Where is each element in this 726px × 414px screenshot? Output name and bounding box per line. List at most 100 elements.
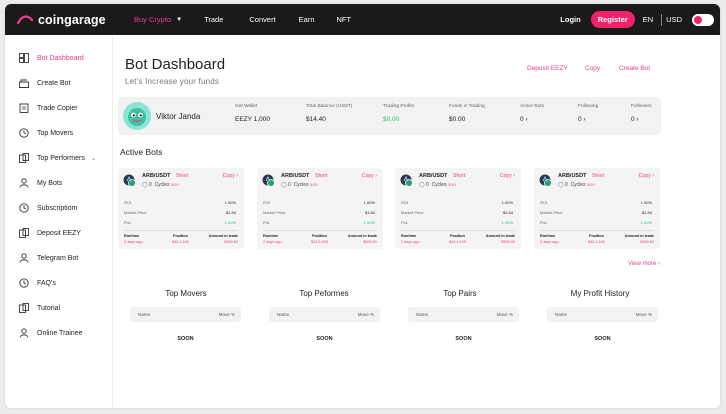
column-name: Name [138, 312, 151, 317]
bot-cycles-label: Cycles [431, 182, 447, 188]
panel-status: SOON [594, 336, 611, 342]
row-value: $1.84 [641, 210, 652, 215]
currency-selector[interactable]: USD [666, 15, 682, 24]
row-label: PnL [401, 220, 409, 225]
bot-copy-button[interactable]: Copy › [639, 173, 654, 179]
foot-label: Position [172, 234, 188, 238]
bot-cycles-label: Cycles [570, 182, 586, 188]
panel-status: SOON [316, 336, 333, 342]
sidebar-item-label: Top Performers [37, 154, 85, 162]
column-move: Move % [357, 312, 374, 317]
divider [661, 13, 663, 26]
divider [124, 230, 238, 231]
stat-label: Following [578, 104, 599, 109]
sidebar-item-subscription[interactable]: Subscriptiom [19, 202, 77, 214]
bot-amount: Amount in trade $999.89 [348, 234, 377, 244]
bot-position: Position $43.1.495 [172, 234, 189, 244]
foot-value: $43.1.495 [172, 240, 189, 244]
bot-amount: Amount in trade $999.89 [486, 234, 515, 244]
avatar[interactable] [123, 102, 151, 130]
stat-label: Get Wallet [235, 104, 258, 109]
bot-roi-row: ROI 1.00% [124, 200, 236, 205]
user-icon: ◯ [281, 182, 287, 188]
create-bot-link[interactable]: Create Bot [619, 65, 650, 72]
sidebar-item-deposit-eezy[interactable]: Deposit EEZY [19, 227, 81, 239]
bot-copy-button[interactable]: Copy › [223, 173, 238, 179]
stat-following[interactable]: Following 0 › [578, 104, 598, 123]
row-label: Market Price [124, 210, 147, 215]
chevron-down-icon[interactable]: ⌄ [91, 155, 96, 162]
sidebar-item-label: My Bots [37, 179, 63, 187]
sidebar-item-top-performers[interactable]: Top Performers [19, 152, 85, 164]
column-name: Name [416, 312, 429, 317]
copy-link[interactable]: Copy [585, 65, 600, 72]
sidebar-item-tutorial[interactable]: Tutorial [19, 302, 60, 314]
deposit-eezy-link[interactable]: Deposit EEZY [527, 65, 568, 72]
foot-label: Runtime [263, 234, 279, 238]
sidebar-item-telegram-bot[interactable]: Telegram Bot [19, 252, 78, 264]
row-value: $1.84 [364, 210, 375, 215]
bot-cycles-value: 3/10 [586, 182, 595, 187]
row-value: 1.00% [501, 220, 513, 225]
nav-nft[interactable]: NFT [337, 15, 352, 24]
row-label: PnL [124, 220, 132, 225]
bot-pair: ARB/USDT [558, 173, 587, 179]
bot-copy-button[interactable]: Copy › [362, 173, 377, 179]
stat-value: $0.00 [383, 116, 400, 123]
bot-cycles-value: 3/10 [170, 182, 179, 187]
brand-logo[interactable]: coingarage [17, 13, 125, 27]
stat-label: Trading Profits [383, 104, 415, 109]
coin-pair-icon [123, 174, 136, 187]
sidebar-item-faqs[interactable]: FAQ's [19, 277, 56, 289]
row-value: 1.00% [640, 220, 652, 225]
bot-followers-cycles: ◯ 0 Cycles 3/10 [558, 182, 595, 188]
user-icon: ◯ [142, 182, 148, 188]
sidebar-item-online-trainee[interactable]: Online Trainee [19, 327, 83, 339]
dashboard-icon [19, 53, 29, 63]
nav-buy-crypto[interactable]: Buy Crypto ▼ [134, 15, 182, 24]
bot-amount: Amount in trade $999.89 [209, 234, 238, 244]
bot-card[interactable]: ARB/USDT Short Copy › ◯ 0 Cycles 3/10 ROI 1.0… [257, 168, 383, 249]
stat-value: 0 › [520, 116, 528, 123]
nav-trade[interactable]: Trade [204, 15, 223, 24]
foot-label: Amount in trade [347, 234, 377, 238]
sidebar-item-label: Top Movers [37, 129, 74, 137]
foot-value: 2 days ago [124, 240, 143, 244]
foot-label: Runtime [124, 234, 140, 238]
sidebar-item-create-bot[interactable]: Create Bot [19, 77, 70, 89]
login-button[interactable]: Login [560, 15, 580, 24]
stat-followers[interactable]: Followers 0 › [631, 104, 652, 123]
stat-get-wallet: Get Wallet EEZY 1,000 [235, 104, 270, 123]
page-subtitle: Let's Increase your funds [125, 77, 220, 86]
sidebar-item-label: Trade Copier [37, 104, 78, 112]
sidebar: Bot Dashboard Create Bot Trade Copier To… [5, 35, 113, 408]
stat-active-bots[interactable]: Active Bots 0 › [520, 104, 544, 123]
bot-pair: ARB/USDT [281, 173, 310, 179]
language-selector[interactable]: EN [643, 15, 653, 24]
bot-side: Short [315, 173, 328, 179]
nav-earn[interactable]: Earn [299, 15, 315, 24]
stat-label: Total Balance (USDT) [306, 104, 353, 109]
foot-label: Amount in trade [485, 234, 515, 238]
page-title: Bot Dashboard [125, 56, 226, 73]
sidebar-item-top-movers[interactable]: Top Movers [19, 127, 73, 139]
bot-card[interactable]: ARB/USDT Short Copy › ◯ 0 Cycles 3/10 ROI 1.0… [395, 168, 521, 249]
foot-label: Position [311, 234, 327, 238]
sidebar-item-trade-copier[interactable]: Trade Copier [19, 102, 78, 114]
sidebar-item-label: Bot Dashboard [37, 54, 84, 62]
bot-card[interactable]: ARB/USDT Short Copy › ◯ 0 Cycles 3/10 ROI 1.0… [534, 168, 660, 249]
nav-convert[interactable]: Convert [249, 15, 275, 24]
sidebar-item-bot-dashboard[interactable]: Bot Dashboard [19, 52, 84, 64]
profile-summary: Viktor Janda Get Wallet EEZY 1,000 Total … [118, 97, 661, 135]
theme-toggle[interactable] [692, 13, 714, 26]
bot-card[interactable]: ARB/USDT Short Copy › ◯ 0 Cycles 3/10 ROI 1.0… [118, 168, 244, 249]
row-value: 1.00% [363, 200, 375, 205]
bot-followers-cycles: ◯ 0 Cycles 3/10 [419, 182, 456, 188]
sidebar-item-my-bots[interactable]: My Bots [19, 177, 62, 189]
register-button[interactable]: Register [590, 11, 635, 28]
stat-value: 0 › [578, 116, 586, 123]
view-more-link[interactable]: View more › [628, 261, 660, 267]
bot-side: Short [453, 173, 466, 179]
bot-market-price-row: Market Price $1.84 [401, 210, 513, 215]
bot-copy-button[interactable]: Copy › [500, 173, 515, 179]
